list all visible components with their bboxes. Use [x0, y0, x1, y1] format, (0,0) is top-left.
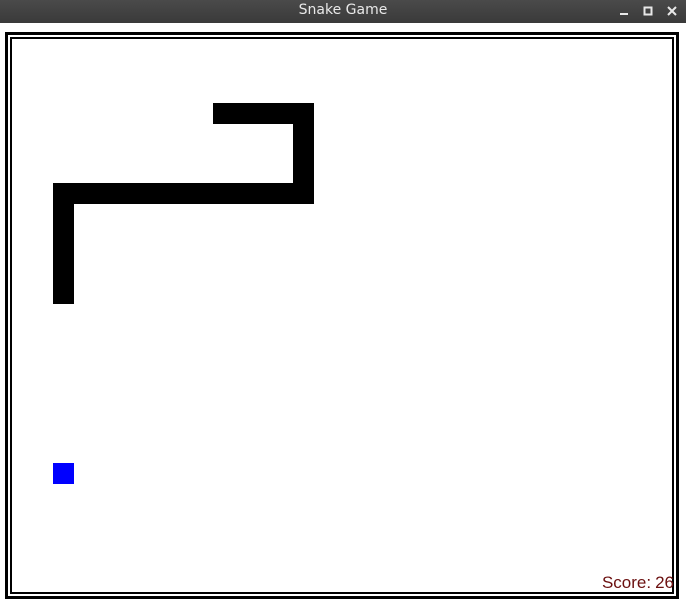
- snake-segment: [233, 183, 254, 204]
- snake-head: [53, 283, 74, 304]
- window-title: Snake Game: [298, 2, 388, 18]
- snake-segment: [293, 163, 314, 184]
- snake-segment: [293, 103, 314, 124]
- snake-segment: [153, 183, 174, 204]
- snake-segment: [73, 183, 94, 204]
- snake-segment: [293, 143, 314, 164]
- app-window: Snake Game Score: 26: [0, 0, 686, 603]
- snake-segment: [53, 183, 74, 204]
- window-controls: [616, 3, 680, 19]
- close-icon[interactable]: [664, 3, 680, 19]
- play-field: [53, 103, 314, 484]
- snake-segment: [213, 103, 234, 124]
- score-value: 26: [655, 573, 674, 592]
- game-board[interactable]: [10, 37, 674, 594]
- score-display: Score: 26: [602, 573, 674, 593]
- snake-segment: [293, 183, 314, 204]
- snake-segment: [233, 103, 254, 124]
- score-label: Score:: [601, 573, 652, 592]
- snake-segment: [53, 243, 74, 264]
- snake-segment: [273, 103, 294, 124]
- snake-segment: [253, 183, 274, 204]
- game-board-border: [5, 32, 679, 599]
- snake-segment: [213, 183, 234, 204]
- snake-segment: [173, 183, 194, 204]
- maximize-icon[interactable]: [640, 3, 656, 19]
- snake-segment: [273, 183, 294, 204]
- title-bar[interactable]: Snake Game: [0, 0, 686, 23]
- snake-segment: [53, 203, 74, 224]
- game-client-area: Score: 26: [0, 23, 686, 603]
- food-item: [53, 463, 74, 484]
- snake-segment: [293, 123, 314, 144]
- snake-segment: [53, 263, 74, 284]
- snake-segment: [93, 183, 114, 204]
- snake-segment: [113, 183, 134, 204]
- snake-segment: [193, 183, 214, 204]
- snake-segment: [253, 103, 274, 124]
- snake-segment: [53, 223, 74, 244]
- snake-segment: [133, 183, 154, 204]
- minimize-icon[interactable]: [616, 3, 632, 19]
